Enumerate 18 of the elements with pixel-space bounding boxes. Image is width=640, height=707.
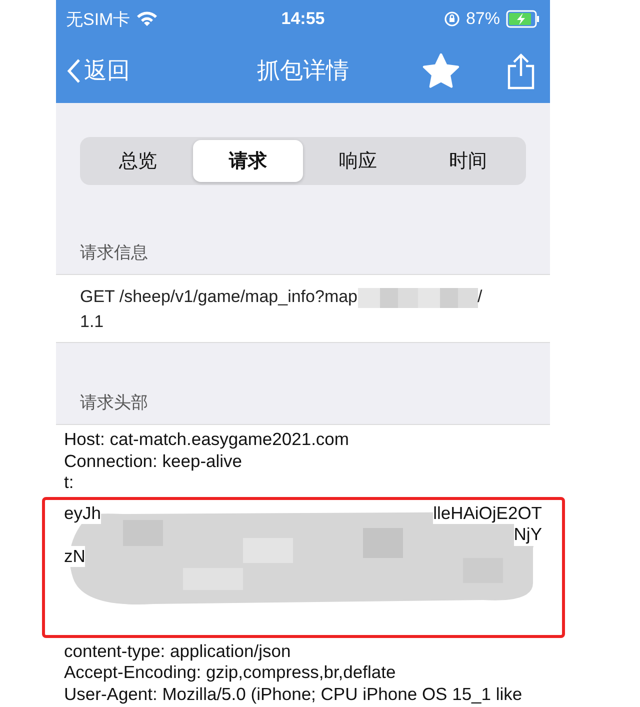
- header-fragment: zN: [64, 546, 86, 567]
- header-fragment: NjY: [514, 524, 542, 546]
- section-heading: 请求头部: [79, 392, 149, 414]
- share-icon[interactable]: [506, 52, 536, 90]
- section-heading: 请求信息: [79, 242, 149, 264]
- clock-time: 14:55: [281, 9, 325, 29]
- page-title: 抓包详情: [257, 56, 349, 85]
- rotation-lock-icon: [444, 11, 460, 27]
- chevron-left-icon: [66, 58, 82, 84]
- star-icon[interactable]: [422, 52, 460, 88]
- segment-tab[interactable]: 时间: [413, 140, 523, 182]
- segment-tab[interactable]: 请求: [193, 140, 303, 182]
- segment-tab[interactable]: 总览: [83, 140, 193, 182]
- carrier-label: 无SIM卡: [66, 8, 130, 30]
- battery-percent: 87%: [466, 9, 500, 29]
- segment-tab[interactable]: 响应: [303, 140, 413, 182]
- battery-icon: [506, 10, 540, 28]
- wifi-icon: [136, 11, 158, 27]
